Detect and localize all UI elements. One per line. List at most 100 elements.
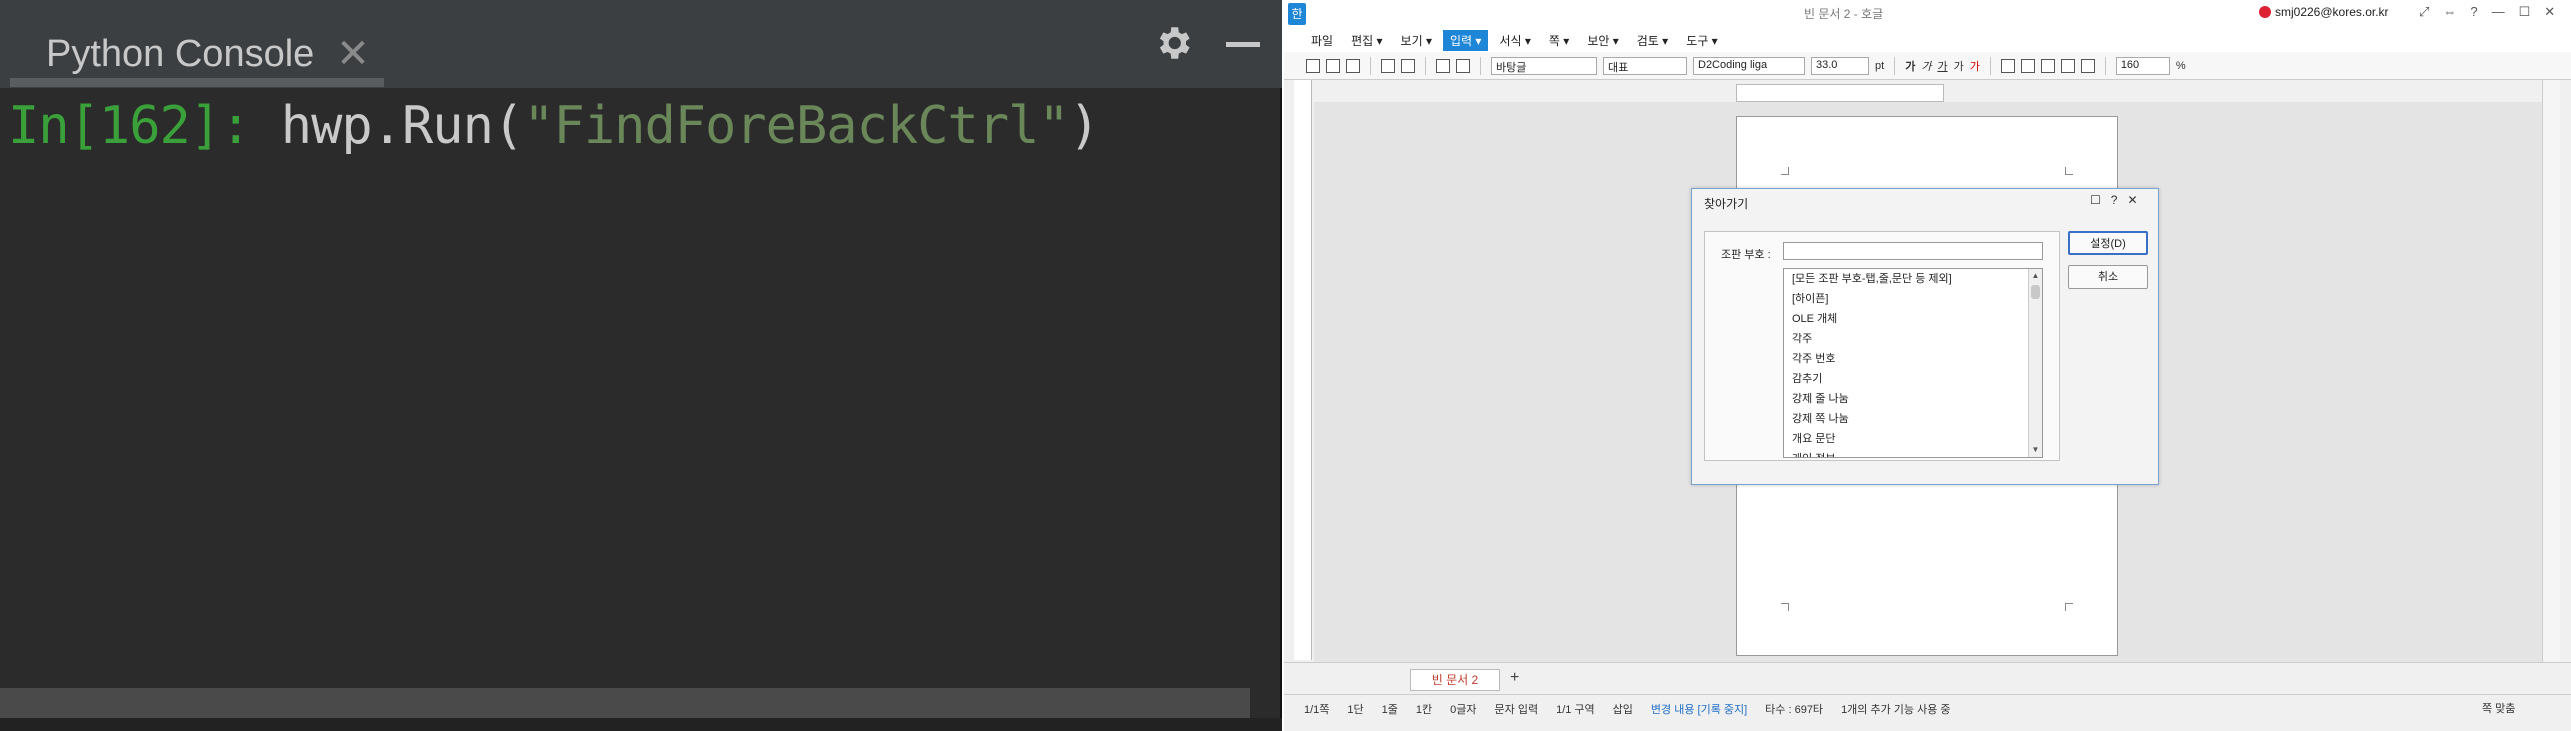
ok-button[interactable]: 설정(D) [2068, 231, 2148, 255]
align-justify-icon[interactable] [2000, 58, 2015, 73]
horizontal-scrollbar[interactable] [0, 688, 1250, 718]
status-track-changes[interactable]: 변경 내용 [기록 중지] [1651, 701, 1747, 717]
hwp-logo-icon: 한 [1288, 3, 1306, 25]
gear-icon[interactable] [1152, 22, 1194, 64]
console-prompt: In[162]: [8, 96, 251, 156]
list-item[interactable]: 각주 번호 [1784, 349, 2042, 369]
control-code-label: 조판 부호 : [1721, 249, 1771, 261]
fullscreen-icon[interactable]: ⤢ [2419, 4, 2429, 20]
menu-view[interactable]: 보기 ▾ [1394, 30, 1439, 51]
status-char-count: 0글자 [1450, 703, 1477, 716]
zoom-input[interactable]: 160 [2115, 56, 2170, 75]
document-tab[interactable]: 빈 문서 2 [1410, 669, 1500, 691]
active-tab-indicator [10, 78, 384, 87]
distribute-icon[interactable] [2080, 58, 2095, 73]
console-input-line[interactable]: In[162]: hwp.Run("FindForeBackCtrl") [8, 96, 1100, 156]
preview-icon[interactable] [1401, 58, 1415, 73]
page-corner-mark [1781, 167, 1789, 175]
redo-icon[interactable] [1456, 58, 1470, 73]
menu-security[interactable]: 보안 ▾ [1580, 30, 1625, 51]
scroll-thumb[interactable] [2031, 285, 2040, 299]
list-item[interactable]: 각주 [1784, 329, 2042, 349]
control-code-list[interactable]: [모든 조판 부호-탭,줄,문단 등 제외] [하이픈] OLE 개체 각주 각… [1783, 268, 2043, 458]
menu-format[interactable]: 서식 ▾ [1492, 30, 1537, 51]
zoom-unit[interactable]: % [2176, 60, 2186, 72]
status-column: 1단 [1347, 703, 1364, 716]
dialog-close-icon[interactable]: ✕ [2127, 193, 2137, 207]
list-item[interactable]: [모든 조판 부호-탭,줄,문단 등 제외] [1784, 269, 2042, 289]
list-item[interactable]: 강제 쪽 나눔 [1784, 409, 2042, 429]
window-close-icon[interactable]: ✕ [2544, 4, 2555, 20]
italic-button[interactable]: 가 [1921, 58, 1931, 74]
status-page: 1/1쪽 [1304, 703, 1330, 716]
page-corner-mark [2065, 603, 2073, 611]
window-minimize-icon[interactable]: — [2492, 4, 2505, 20]
cancel-button[interactable]: 취소 [2068, 265, 2148, 289]
language-select[interactable]: 대표 [1603, 56, 1687, 75]
style-select[interactable]: 바탕글 [1491, 56, 1597, 75]
save-icon[interactable] [1346, 58, 1360, 73]
print-icon[interactable] [1381, 58, 1395, 73]
zoom-fit-button[interactable]: 쪽 맞춤 [2482, 700, 2515, 716]
open-folder-icon[interactable] [1326, 58, 1340, 73]
menu-page[interactable]: 쪽 ▾ [1542, 30, 1576, 51]
list-item[interactable]: 개요 문단 [1784, 429, 2042, 449]
align-right-icon[interactable] [2060, 58, 2075, 73]
console-code-string: "FindForeBackCtrl" [523, 96, 1070, 156]
minimize-icon[interactable] [1226, 42, 1260, 47]
menu-edit[interactable]: 편집 ▾ [1344, 30, 1389, 51]
window-maximize-icon[interactable]: ☐ [2519, 4, 2531, 20]
list-item[interactable]: [하이픈] [1784, 289, 2042, 309]
page-corner-mark [2065, 167, 2073, 175]
vertical-scrollbar[interactable] [2542, 80, 2560, 662]
scroll-up-icon[interactable]: ▲ [2029, 269, 2042, 283]
toolbar-divider [1425, 56, 1426, 75]
font-size-unit[interactable]: pt [1875, 60, 1884, 72]
status-bar: 1/1쪽 1단 1줄 1칸 0글자 문자 입력 1/1 구역 삽입 변경 내용 … [1284, 694, 2571, 722]
hwp-titlebar: 한 빈 문서 2 - 호글 smj0226@kores.or.kr ⤢ ⇔ ? … [1284, 0, 2571, 28]
dialog-options-icon[interactable]: ☐ [2090, 193, 2101, 207]
new-document-icon[interactable] [1306, 58, 1320, 73]
align-center-icon[interactable] [2040, 58, 2055, 73]
python-console-panel: Python Console ✕ In[162]: hwp.Run("FindF… [0, 0, 1282, 731]
status-section: 1/1 구역 [1556, 703, 1595, 716]
help-icon[interactable]: ? [2470, 4, 2477, 20]
user-account[interactable]: smj0226@kores.or.kr [2259, 5, 2389, 19]
menu-tools[interactable]: 도구 ▾ [1679, 30, 1724, 51]
list-item[interactable]: 개인 정보 [1784, 449, 2042, 457]
menu-file[interactable]: 파일 [1304, 30, 1340, 51]
scroll-down-icon[interactable]: ▼ [2029, 443, 2042, 457]
arrange-icon[interactable]: ⇔ [2443, 4, 2456, 20]
user-email: smj0226@kores.or.kr [2275, 5, 2389, 19]
document-tab-bar: 빈 문서 2 + [1284, 662, 2571, 694]
control-code-input[interactable] [1783, 242, 2043, 260]
list-item[interactable]: 감추기 [1784, 369, 2042, 389]
dialog-help-icon[interactable]: ? [2111, 193, 2118, 207]
toolbar-divider [1894, 56, 1896, 75]
console-code-close: ) [1068, 96, 1100, 156]
list-scrollbar[interactable]: ▲ ▼ [2028, 269, 2042, 457]
menu-insert[interactable]: 입력 ▾ [1443, 29, 1489, 51]
toolbar-divider [1370, 56, 1371, 75]
status-insert-mode[interactable]: 삽입 [1613, 701, 1633, 717]
document-title: 빈 문서 2 - 호글 [1804, 7, 1884, 21]
list-item[interactable]: 강제 줄 나눔 [1784, 389, 2042, 409]
list-item[interactable]: OLE 개체 [1784, 309, 2042, 329]
add-tab-button[interactable]: + [1510, 669, 1519, 687]
bold-button[interactable]: 가 [1905, 58, 1915, 74]
screen: Python Console ✕ In[162]: hwp.Run("FindF… [0, 0, 2571, 731]
text-color-button[interactable]: 가 [1970, 58, 1980, 74]
menu-review[interactable]: 검토 ▾ [1630, 30, 1675, 51]
console-code: hwp.Run( [250, 96, 524, 156]
close-icon[interactable]: ✕ [336, 34, 370, 74]
underline-button[interactable]: 가 [1937, 58, 1947, 74]
status-line: 1줄 [1381, 703, 1398, 716]
window-controls: ⤢ ⇔ ? — ☐ ✕ [2419, 4, 2555, 20]
undo-icon[interactable] [1436, 58, 1450, 73]
font-size-input[interactable]: 33.0 [1811, 56, 1869, 75]
status-addons: 1개의 추가 기능 사용 중 [1841, 703, 1951, 716]
align-left-icon[interactable] [2020, 58, 2035, 73]
font-select[interactable]: D2Coding liga [1693, 56, 1805, 75]
console-tab-title: Python Console [46, 32, 315, 75]
strike-button[interactable]: 가 [1954, 58, 1964, 74]
